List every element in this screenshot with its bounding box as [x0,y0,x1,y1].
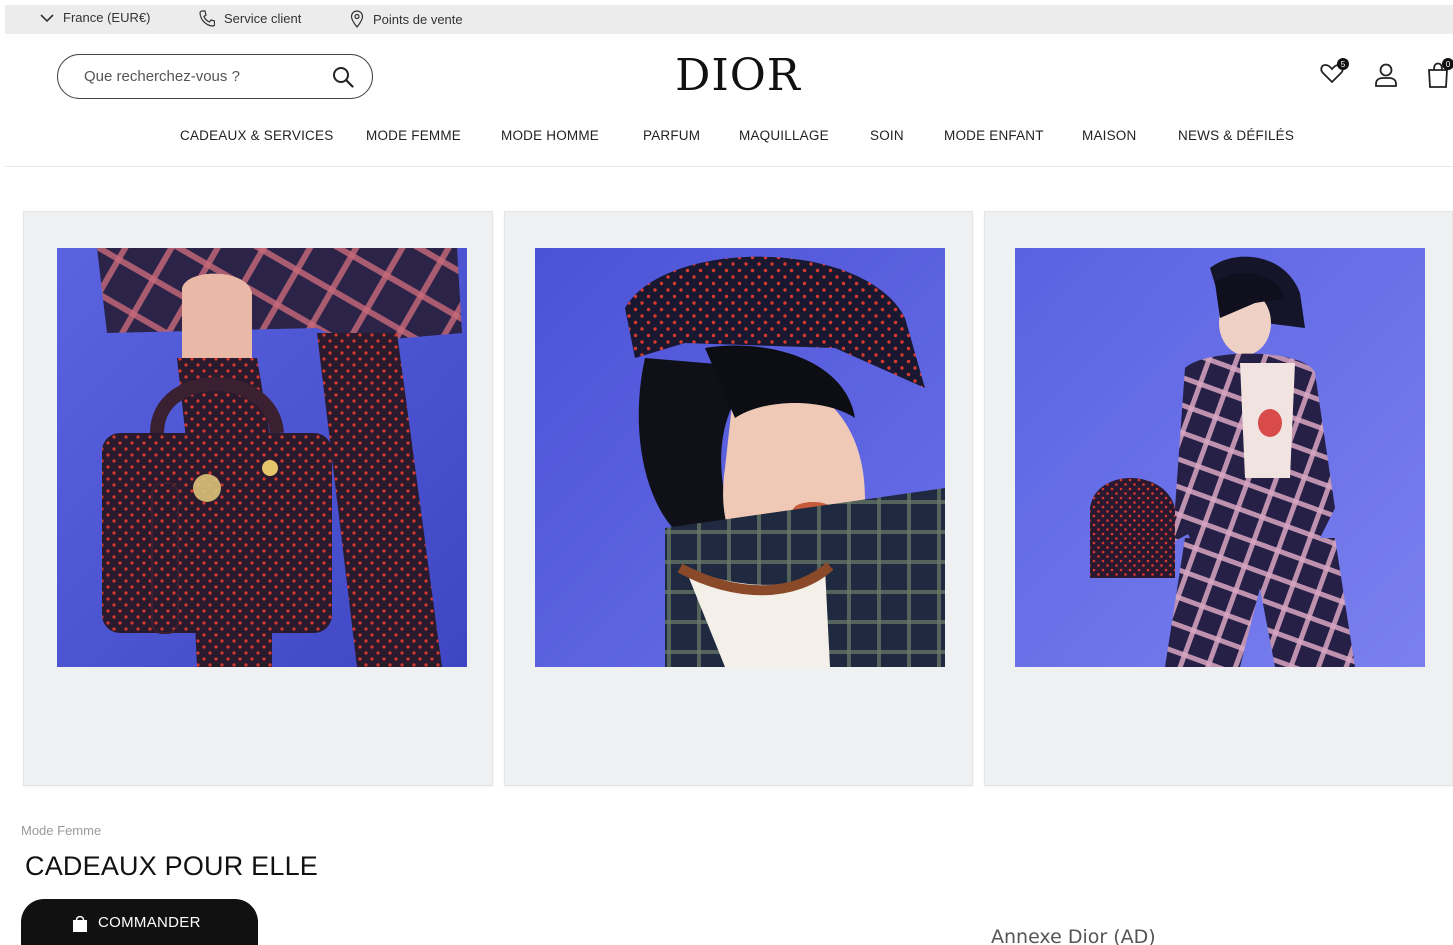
user-icon [1375,63,1397,87]
order-button-label: COMMANDER [98,913,201,931]
chevron-down-icon [40,13,54,22]
nav-item-skincare[interactable]: SOIN [870,128,904,143]
wishlist-button[interactable]: 5 [1320,58,1349,89]
search-bar[interactable] [57,54,373,99]
shopping-bag-icon [73,915,87,932]
order-button[interactable]: COMMANDER [21,899,258,945]
breadcrumb[interactable]: Mode Femme [21,823,101,838]
nav-item-kids[interactable]: MODE ENFANT [944,128,1044,143]
phone-icon [199,10,215,27]
main-navigation: CADEAUX & SERVICES MODE FEMME MODE HOMME… [0,128,1453,150]
gallery-card-portrait[interactable] [504,211,973,786]
brand-logo[interactable]: DIOR [600,50,876,101]
store-locator-label: Points de vente [373,11,463,27]
store-locator-link[interactable]: Points de vente [350,10,463,28]
wishlist-count-badge: 5 [1337,58,1349,70]
nav-item-fragrance[interactable]: PARFUM [643,128,700,143]
shopping-bag-button[interactable]: 0 [1427,58,1453,93]
bag-count-badge: 0 [1442,58,1453,70]
location-pin-icon [350,10,364,28]
gallery-card-bag[interactable] [23,211,493,786]
photo-lady-dior-bag [57,248,467,667]
customer-service-link[interactable]: Service client [199,10,301,27]
search-input[interactable] [84,68,304,85]
nav-item-home[interactable]: MAISON [1082,128,1136,143]
top-utility-bar: France (EUR€) Service client Points de v… [5,5,1453,34]
nav-item-women[interactable]: MODE FEMME [366,128,461,143]
gallery-card-fullbody[interactable] [984,211,1453,786]
account-button[interactable] [1374,62,1398,93]
page-title: CADEAUX POUR ELLE [25,851,318,881]
photo-headscarf-portrait [535,248,945,667]
nav-item-news-shows[interactable]: NEWS & DÉFILÉS [1178,128,1294,143]
country-selector[interactable]: France (EUR€) [40,10,150,25]
nav-item-gifts-services[interactable]: CADEAUX & SERVICES [180,128,333,143]
country-label: France (EUR€) [63,10,151,25]
photo-plaid-suit-look [1015,248,1425,667]
nav-item-men[interactable]: MODE HOMME [501,128,599,143]
annex-caption: Annexe Dior (AD) [991,926,1156,945]
search-icon[interactable] [332,66,354,88]
nav-item-makeup[interactable]: MAQUILLAGE [739,128,829,143]
customer-service-label: Service client [224,11,302,26]
header-divider [5,166,1453,167]
